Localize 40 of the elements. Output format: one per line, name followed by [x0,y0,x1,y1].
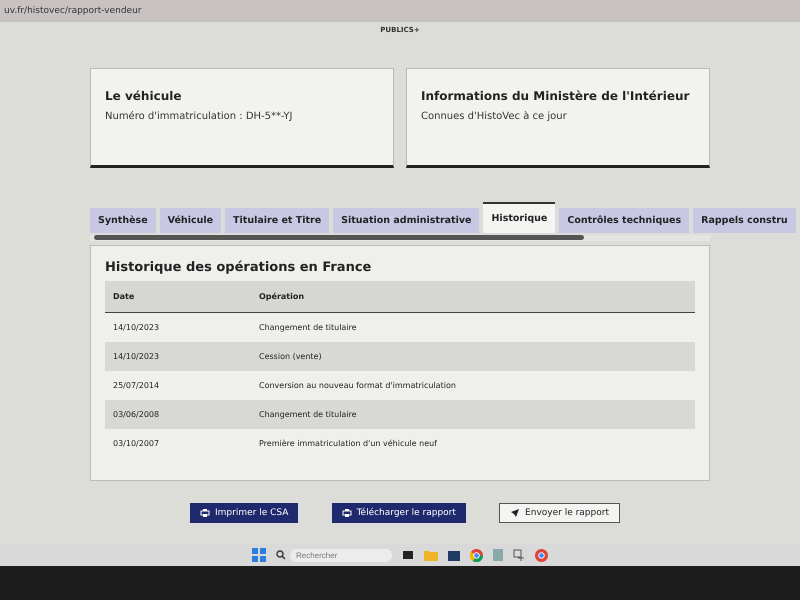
table-cell: 14/10/2023 [105,312,251,342]
table-cell: Cession (vente) [251,342,695,371]
card-title: Le véhicule [105,89,182,103]
horizontal-scrollbar[interactable] [90,235,710,241]
url-text: uv.fr/histovec/rapport-vendeur [4,6,142,16]
table-cell: Première immatriculation d'un véhicule neuf [251,429,695,458]
table-cell: 25/07/2014 [105,371,251,400]
table-cell: Conversion au nouveau format d'immatriculation [251,371,695,400]
table-cell: 03/10/2007 [105,429,251,458]
address-bar[interactable]: uv.fr/histovec/rapport-vendeur [0,0,800,22]
tab[interactable]: Situation administrative [333,208,480,233]
action-button[interactable]: Télécharger le rapport [332,503,466,523]
card-title: Informations du Ministère de l'Intérieur [421,89,690,103]
printer-icon [200,508,210,518]
card-text: Connues d'HistoVec à ce jour [421,111,568,122]
section-title: Historique des opérations en France [105,260,372,275]
table-cell: 03/06/2008 [105,400,251,429]
tab[interactable]: Contrôles techniques [559,208,690,233]
browser-icon[interactable] [535,548,548,562]
action-button[interactable]: Imprimer le CSA [190,503,298,523]
column-header: Opération [251,281,695,312]
search-field[interactable]: Rechercher [290,548,392,562]
tab[interactable]: Titulaire et Titre [225,208,330,233]
card-text: Numéro d'immatriculation : DH-5**-YJ [105,111,294,122]
send-icon [510,508,520,518]
table-cell: Changement de titulaire [251,312,695,342]
task-view-icon[interactable] [402,549,414,561]
table-cell: Changement de titulaire [251,400,695,429]
browser-icon[interactable] [470,548,483,562]
tab[interactable]: Rappels constru [693,208,796,233]
table-cell: 14/10/2023 [105,342,251,371]
tab[interactable]: Synthèse [90,208,156,233]
tab[interactable]: Historique [483,202,556,233]
action-button[interactable]: Envoyer le rapport [499,503,620,523]
tab[interactable]: Véhicule [160,208,222,233]
windows-icon[interactable] [252,548,266,562]
printer-icon [342,508,352,518]
snipping-icon[interactable] [513,549,525,561]
column-header: Date [105,281,251,312]
search-icon [276,550,286,560]
